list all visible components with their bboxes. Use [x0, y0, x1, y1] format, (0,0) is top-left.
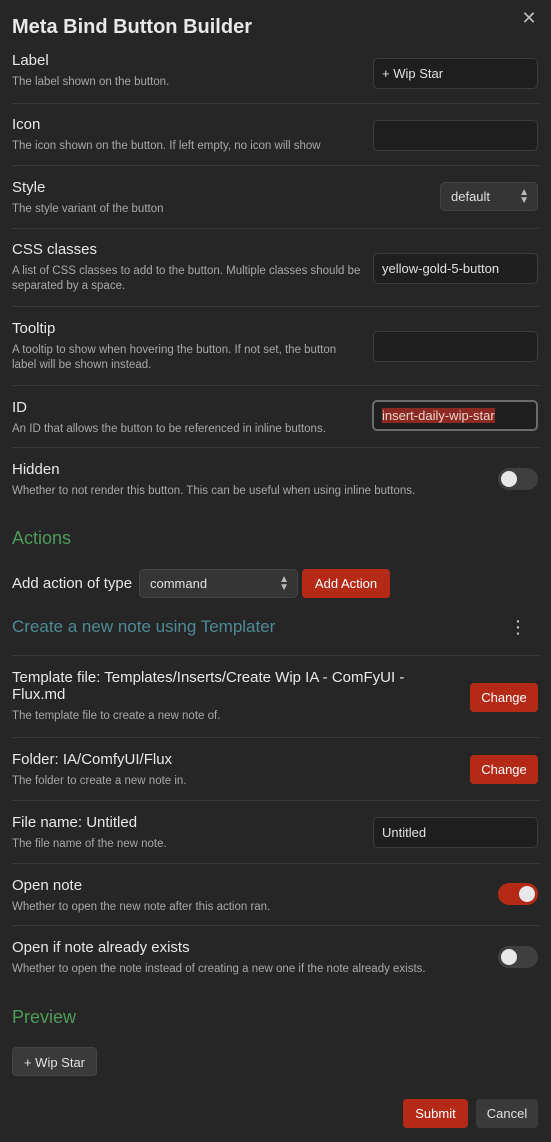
label-input[interactable]: + Wip Star — [373, 58, 538, 89]
submit-button[interactable]: Submit — [403, 1099, 468, 1128]
action-title: Create a new note using Templater — [12, 617, 276, 636]
chevron-updown-icon: ▲ ▼ — [279, 574, 289, 593]
folder-name: Folder: IA/ComfyUI/Flux — [12, 751, 173, 768]
hidden-setting-desc: Whether to not render this button. This … — [12, 485, 416, 497]
icon-input[interactable] — [373, 120, 538, 151]
toggle-knob — [501, 949, 517, 965]
file-name-input[interactable]: Untitled — [373, 817, 538, 848]
modal-title: Meta Bind Button Builder — [12, 16, 252, 38]
open-note-setting: Open note Whether to open the new note a… — [12, 863, 539, 915]
action-type-value: command — [150, 576, 208, 591]
folder-desc: The folder to create a new note in. — [12, 775, 187, 787]
open-note-name: Open note — [12, 877, 83, 894]
css-setting-desc: A list of CSS classes to add to the butt… — [12, 265, 361, 292]
toggle-knob — [519, 886, 535, 902]
tooltip-input[interactable] — [373, 331, 538, 362]
hidden-setting-name: Hidden — [12, 461, 60, 478]
change-folder-button[interactable]: Change — [470, 755, 538, 784]
hidden-setting: Hidden Whether to not render this button… — [12, 447, 539, 499]
close-icon[interactable]: ✕ — [521, 9, 537, 27]
template-file-setting: Template file: Templates/Inserts/Create … — [12, 655, 539, 724]
open-exists-desc: Whether to open the note instead of crea… — [12, 963, 426, 975]
toggle-knob — [501, 471, 517, 487]
style-select-value: default — [451, 189, 491, 204]
add-action-label: Add action of type — [12, 575, 133, 592]
open-note-toggle[interactable] — [498, 883, 538, 905]
preview-button[interactable]: + Wip Star — [12, 1047, 97, 1076]
id-input-value: insert-daily-wip-star — [382, 408, 495, 423]
open-exists-name: Open if note already exists — [12, 939, 190, 956]
css-classes-input[interactable]: yellow-gold-5-button — [373, 253, 538, 284]
tooltip-setting-desc: A tooltip to show when hovering the butt… — [12, 344, 337, 371]
button-builder-modal: Meta Bind Button Builder ✕ Label The lab… — [0, 0, 551, 1142]
open-exists-setting: Open if note already exists Whether to o… — [12, 925, 539, 977]
actions-heading: Actions — [12, 528, 72, 548]
template-file-desc: The template file to create a new note o… — [12, 710, 221, 722]
open-note-desc: Whether to open the new note after this … — [12, 901, 271, 913]
open-exists-toggle[interactable] — [498, 946, 538, 968]
style-select[interactable]: default ▲ ▼ — [440, 182, 538, 211]
template-file-name: Template file: Templates/Inserts/Create … — [12, 669, 405, 703]
chevron-updown-icon: ▲ ▼ — [519, 187, 529, 206]
more-vertical-icon[interactable]: ⋮ — [509, 617, 527, 638]
hidden-toggle[interactable] — [498, 468, 538, 490]
cancel-button[interactable]: Cancel — [476, 1099, 538, 1128]
change-template-button[interactable]: Change — [470, 683, 538, 712]
folder-setting: Folder: IA/ComfyUI/Flux The folder to cr… — [12, 737, 539, 789]
add-action-button[interactable]: Add Action — [302, 569, 390, 598]
action-type-select[interactable]: command ▲ ▼ — [139, 569, 298, 598]
id-input[interactable]: insert-daily-wip-star — [372, 400, 538, 431]
preview-heading: Preview — [12, 1007, 77, 1027]
